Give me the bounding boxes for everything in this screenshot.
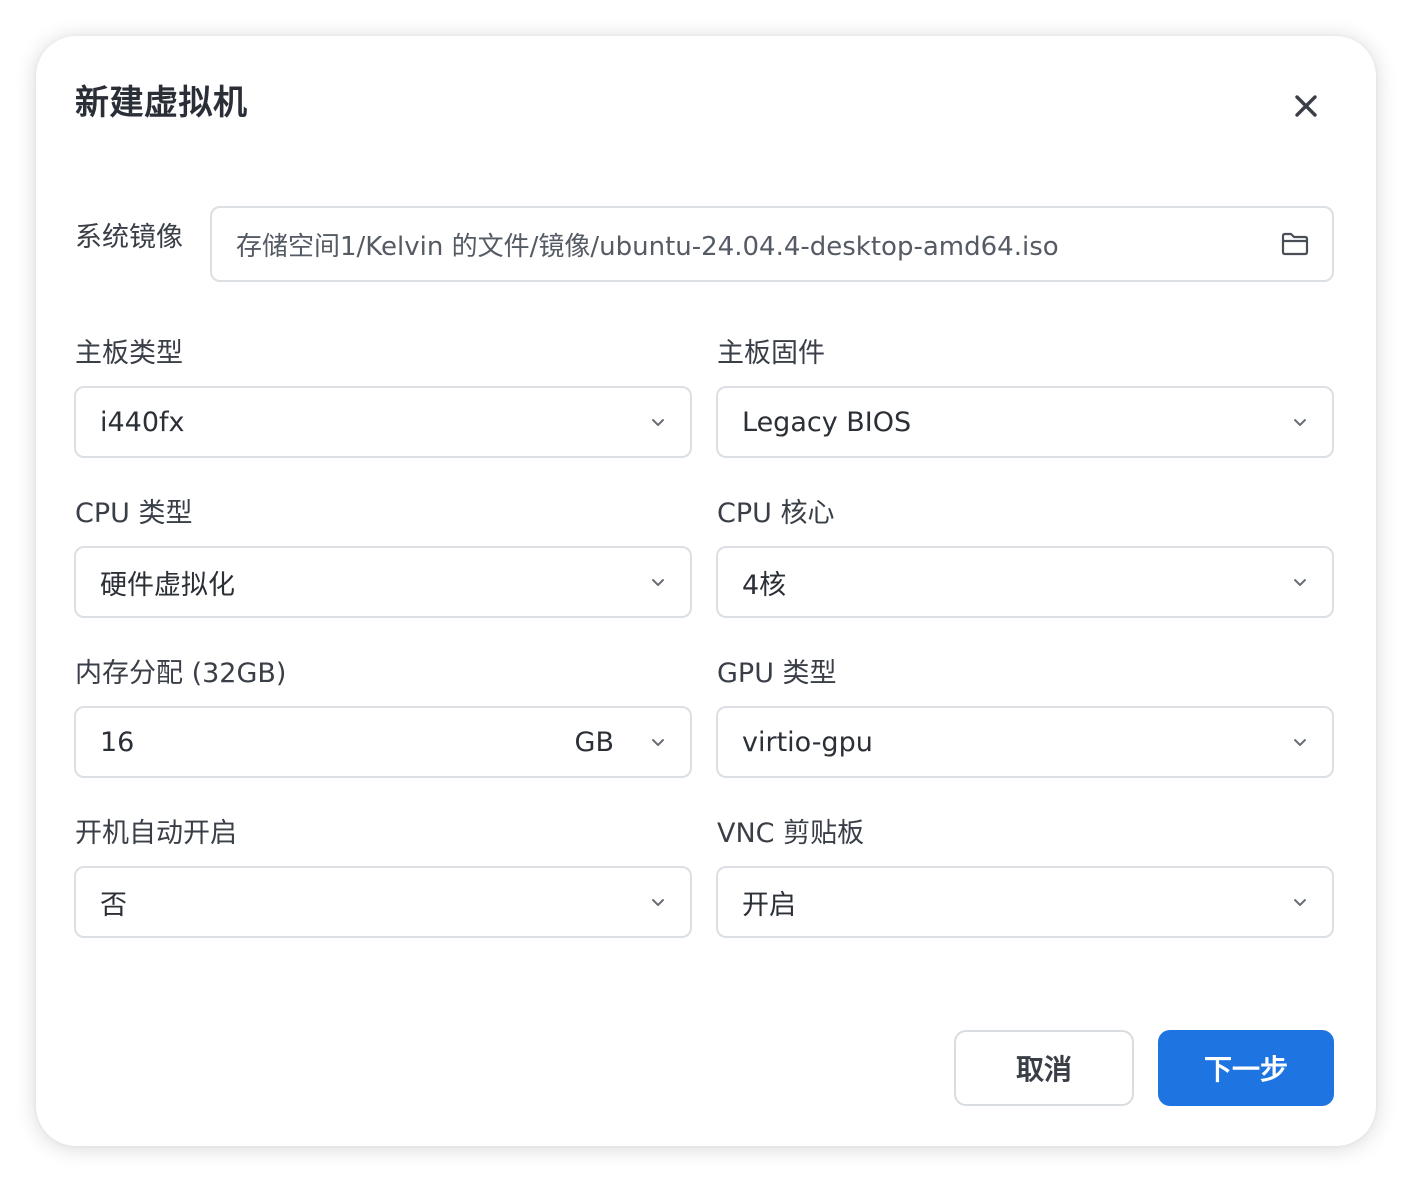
close-icon (1295, 95, 1317, 117)
gpu-type-select[interactable]: virtio-gpu (716, 706, 1334, 778)
cpu-type-value: 硬件虚拟化 (100, 569, 235, 601)
cpu-cores-select[interactable]: 4核 (716, 546, 1334, 618)
chevron-down-icon (1294, 419, 1306, 426)
chevron-down-icon (652, 579, 664, 586)
memory-field[interactable]: 16 GB (74, 706, 692, 778)
system-image-label: 系统镜像 (75, 222, 183, 253)
cpu-cores-label: CPU 核心 (717, 498, 835, 529)
board-type-select[interactable]: i440fx (74, 386, 692, 458)
chevron-down-icon (1294, 899, 1306, 906)
chevron-down-icon (1294, 579, 1306, 586)
chevron-down-icon (652, 899, 664, 906)
cancel-button[interactable]: 取消 (954, 1030, 1134, 1106)
new-vm-dialog: 新建虚拟机 系统镜像 存储空间1/Kelvin 的文件/镜像/ubuntu-24… (36, 36, 1376, 1146)
gpu-type-label: GPU 类型 (717, 658, 837, 689)
close-button[interactable] (1288, 88, 1324, 124)
cpu-cores-value: 4核 (742, 569, 787, 601)
board-type-label: 主板类型 (75, 338, 183, 369)
system-image-path: 存储空间1/Kelvin 的文件/镜像/ubuntu-24.04.4-deskt… (236, 231, 1059, 262)
chevron-down-icon (1294, 739, 1306, 746)
dialog-title: 新建虚拟机 (75, 83, 248, 123)
next-step-button[interactable]: 下一步 (1158, 1030, 1334, 1106)
gpu-type-value: virtio-gpu (742, 726, 873, 758)
board-type-value: i440fx (100, 406, 185, 438)
memory-unit-select[interactable]: GB (575, 708, 614, 776)
chevron-down-icon[interactable] (650, 734, 666, 750)
folder-icon[interactable] (1280, 230, 1310, 258)
board-firmware-select[interactable]: Legacy BIOS (716, 386, 1334, 458)
memory-label: 内存分配 (32GB) (75, 658, 287, 689)
cpu-type-label: CPU 类型 (75, 498, 193, 529)
autostart-value: 否 (100, 889, 127, 921)
autostart-select[interactable]: 否 (74, 866, 692, 938)
board-firmware-label: 主板固件 (717, 338, 825, 369)
chevron-down-icon (652, 419, 664, 426)
autostart-label: 开机自动开启 (75, 818, 237, 849)
cpu-type-select[interactable]: 硬件虚拟化 (74, 546, 692, 618)
vnc-clipboard-label: VNC 剪贴板 (717, 818, 865, 849)
board-firmware-value: Legacy BIOS (742, 406, 912, 438)
memory-value: 16 (100, 726, 135, 758)
vnc-clipboard-value: 开启 (742, 889, 796, 921)
vnc-clipboard-select[interactable]: 开启 (716, 866, 1334, 938)
system-image-field[interactable]: 存储空间1/Kelvin 的文件/镜像/ubuntu-24.04.4-deskt… (210, 206, 1334, 282)
